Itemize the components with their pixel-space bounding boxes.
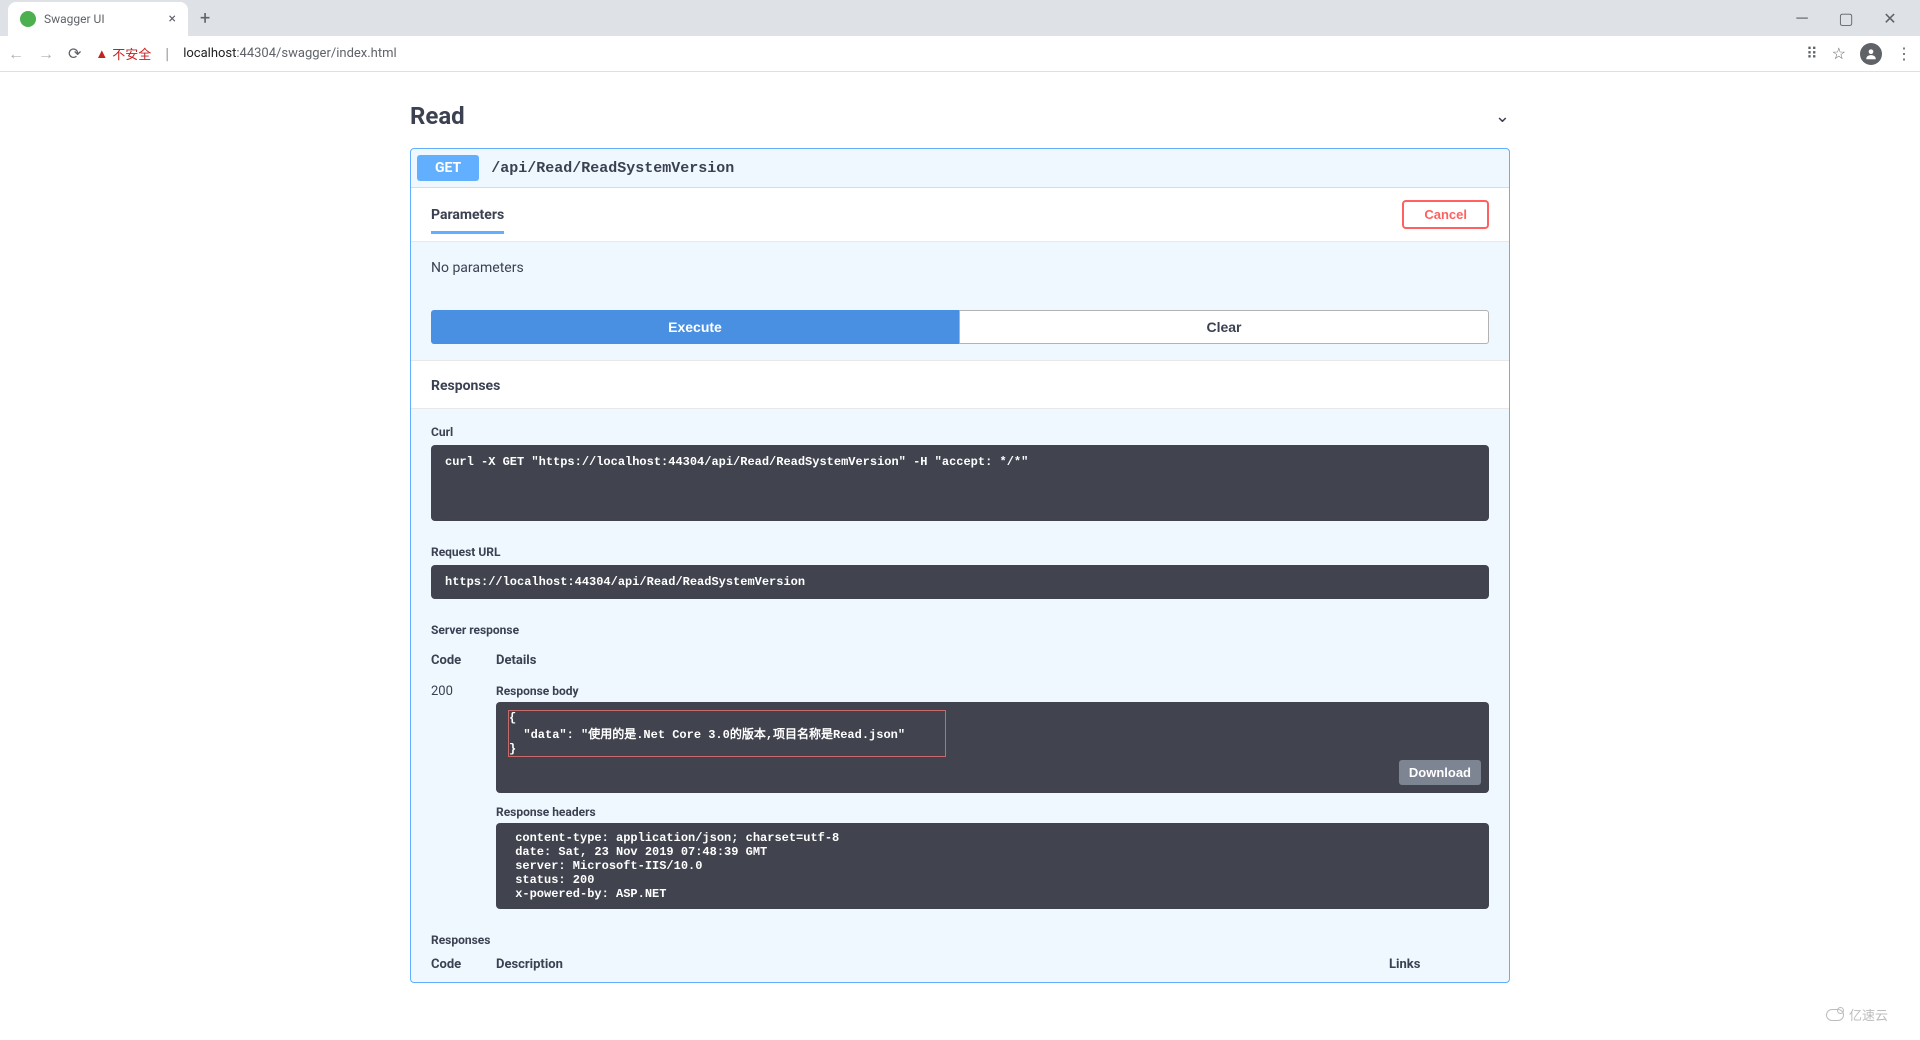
reload-button[interactable]: ⟳	[68, 44, 81, 63]
cloud-icon	[1826, 1009, 1844, 1021]
responses-header: Responses	[411, 360, 1509, 409]
operation-summary[interactable]: GET /api/Read/ReadSystemVersion	[411, 149, 1509, 188]
back-button[interactable]: ←	[8, 44, 24, 64]
chevron-down-icon[interactable]: ⌄	[1495, 106, 1510, 127]
code-column-header: Code	[431, 653, 496, 668]
no-parameters-text: No parameters	[411, 242, 1509, 294]
forward-button[interactable]: →	[38, 44, 54, 64]
curl-section: Curl curl -X GET "https://localhost:4430…	[411, 409, 1509, 529]
window-controls: ─ ▢ ✕	[1788, 4, 1912, 32]
translate-icon[interactable]: ⠿	[1806, 44, 1818, 63]
browser-tab[interactable]: Swagger UI ×	[8, 2, 188, 36]
security-warning[interactable]: ▲ 不安全	[95, 44, 151, 63]
response-table-header: Code Details	[411, 643, 1509, 678]
curl-label: Curl	[431, 425, 1489, 439]
responses-table-header: Code Description Links	[411, 947, 1509, 982]
close-icon[interactable]: ×	[169, 11, 176, 27]
response-headers-block[interactable]: content-type: application/json; charset=…	[496, 823, 1489, 909]
response-headers-label: Response headers	[496, 805, 1489, 819]
close-window-button[interactable]: ✕	[1876, 4, 1904, 32]
minimize-button[interactable]: ─	[1788, 4, 1816, 32]
code-col: Code	[431, 957, 496, 972]
responses-title: Responses	[431, 378, 500, 394]
method-badge: GET	[417, 155, 479, 181]
section-header[interactable]: Read ⌄	[410, 92, 1510, 140]
parameters-header-row: Parameters Cancel	[411, 188, 1509, 242]
address-bar: ← → ⟳ ▲ 不安全 | localhost:44304/swagger/in…	[0, 36, 1920, 72]
tab-bar: Swagger UI × + ─ ▢ ✕	[0, 0, 1920, 36]
url-display[interactable]: localhost:44304/swagger/index.html	[183, 46, 396, 61]
watermark: 亿速云	[1816, 1001, 1898, 1028]
bookmark-icon[interactable]: ☆	[1832, 44, 1846, 63]
curl-command[interactable]: curl -X GET "https://localhost:44304/api…	[431, 445, 1489, 521]
endpoint-path: /api/Read/ReadSystemVersion	[491, 160, 734, 177]
page-viewport[interactable]: Read ⌄ GET /api/Read/ReadSystemVersion P…	[0, 72, 1920, 1040]
server-response-label: Server response	[431, 623, 1489, 637]
request-url-value[interactable]: https://localhost:44304/api/Read/ReadSys…	[431, 565, 1489, 599]
execute-button[interactable]: Execute	[431, 310, 959, 344]
section-title: Read	[410, 102, 465, 130]
watermark-text: 亿速云	[1849, 1005, 1888, 1024]
parameters-tab[interactable]: Parameters	[431, 207, 504, 234]
request-url-label: Request URL	[431, 545, 1489, 559]
tab-title: Swagger UI	[44, 12, 161, 26]
profile-icon[interactable]	[1860, 43, 1882, 65]
cancel-button[interactable]: Cancel	[1402, 200, 1489, 229]
new-tab-button[interactable]: +	[200, 8, 210, 29]
desc-col: Description	[496, 957, 1389, 972]
response-body-block[interactable]: { "data": "使用的是.Net Core 3.0的版本,项目名称是Rea…	[496, 702, 1489, 793]
links-col: Links	[1389, 957, 1489, 972]
warning-icon: ▲	[95, 46, 108, 62]
response-code: 200	[431, 684, 496, 921]
response-body-text: { "data": "使用的是.Net Core 3.0的版本,项目名称是Rea…	[508, 710, 946, 757]
download-button[interactable]: Download	[1399, 760, 1481, 785]
favicon-icon	[20, 11, 36, 27]
browser-chrome: Swagger UI × + ─ ▢ ✕ ← → ⟳ ▲ 不安全 | local…	[0, 0, 1920, 72]
execute-row: Execute Clear	[411, 294, 1509, 360]
details-column-header: Details	[496, 653, 1489, 668]
clear-button[interactable]: Clear	[959, 310, 1489, 344]
response-row: 200 Response body { "data": "使用的是.Net Co…	[411, 678, 1509, 927]
request-url-section: Request URL https://localhost:44304/api/…	[411, 529, 1509, 607]
server-response-section: Server response	[411, 607, 1509, 637]
menu-icon[interactable]: ⋮	[1896, 44, 1912, 63]
responses-sub-label: Responses	[411, 927, 1509, 947]
security-text: 不安全	[112, 44, 151, 63]
response-body-label: Response body	[496, 684, 1489, 698]
operation-block: GET /api/Read/ReadSystemVersion Paramete…	[410, 148, 1510, 983]
maximize-button[interactable]: ▢	[1832, 4, 1860, 32]
swagger-content: Read ⌄ GET /api/Read/ReadSystemVersion P…	[410, 72, 1510, 1040]
